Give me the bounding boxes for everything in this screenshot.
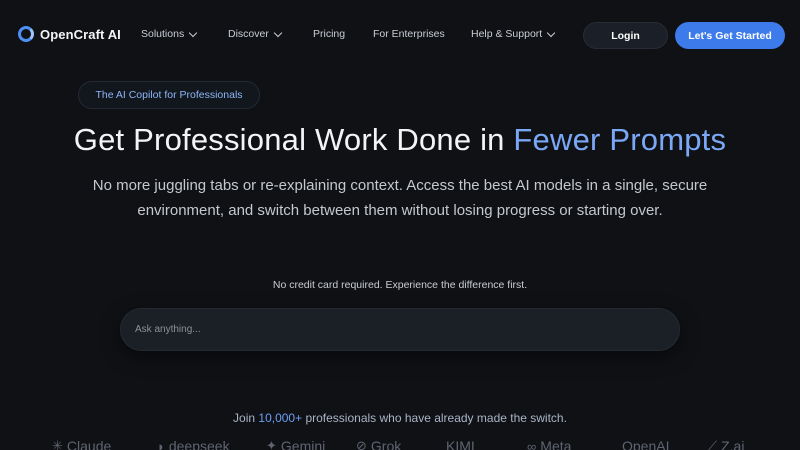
join-suffix: professionals who have already made the …	[302, 411, 567, 425]
hero-title-main: Get Professional Work Done in	[73, 122, 514, 157]
brand-name-meta: Meta	[540, 438, 572, 450]
social-proof-text: Join 10,000+ professionals who have alre…	[0, 411, 800, 425]
chevron-down-icon	[273, 28, 283, 37]
brand-logo-grok: ⊘ Grok	[356, 438, 401, 450]
nav-help-support[interactable]: Help & Support	[471, 28, 556, 40]
zai-icon: ⟋	[708, 438, 718, 450]
hero-title: Get Professional Work Done in Fewer Prom…	[0, 122, 800, 158]
brand-name-gemini: Gemini	[280, 438, 326, 450]
join-count: 10,000+	[258, 411, 303, 425]
hero-badge: The AI Copilot for Professionals	[78, 81, 260, 109]
hero-subtitle: No more juggling tabs or re-explaining c…	[92, 177, 708, 219]
top-nav: OpenCraft AI Solutions Discover Pricing …	[0, 0, 800, 70]
brand-logo-deepseek: ◗ deepseek	[157, 438, 230, 450]
claude-star-icon: ✳	[52, 438, 63, 450]
chevron-down-icon	[188, 28, 198, 37]
opencraft-logo-icon	[18, 26, 34, 42]
brand-name-claude: Claude	[66, 438, 112, 450]
nav-discover[interactable]: Discover	[228, 28, 283, 40]
brand-name-kimi: KIMI	[446, 438, 475, 450]
get-started-button[interactable]: Let's Get Started	[675, 22, 785, 49]
nav-solutions-label: Solutions	[141, 28, 185, 40]
nav-pricing[interactable]: Pricing	[313, 28, 345, 40]
brand-logo-gemini: ✦ Gemini	[266, 438, 325, 450]
brand-logo-kimi: KIMI	[446, 438, 475, 450]
login-button[interactable]: Login	[583, 22, 668, 49]
brand-logo-zai: ⟋ Z.ai	[708, 438, 744, 450]
model-logos-row: ✳ Claude ◗ deepseek ✦ Gemini ⊘ Grok KIMI…	[0, 438, 800, 450]
nav-enterprises-label: For Enterprises	[373, 28, 445, 40]
ask-anything-input[interactable]	[135, 324, 679, 335]
nav-discover-label: Discover	[228, 28, 269, 40]
brand-logo[interactable]: OpenCraft AI	[18, 26, 121, 42]
nav-enterprises[interactable]: For Enterprises	[373, 28, 445, 40]
no-credit-card-note: No credit card required. Experience the …	[272, 279, 528, 291]
deepseek-whale-icon: ◗	[157, 438, 165, 450]
join-prefix: Join	[233, 411, 259, 425]
nav-pricing-label: Pricing	[313, 28, 346, 40]
brand-logo-meta: ∞ Meta	[527, 438, 571, 450]
grok-icon: ⊘	[356, 438, 367, 450]
nav-help-support-label: Help & Support	[471, 28, 543, 40]
brand-name-grok: Grok	[370, 438, 402, 450]
brand-name: OpenCraft AI	[40, 26, 121, 42]
chevron-down-icon	[546, 28, 556, 37]
hero-title-accent: Fewer Prompts	[513, 122, 727, 157]
brand-logo-openai: OpenAI	[622, 438, 669, 450]
prompt-box[interactable]	[120, 308, 680, 351]
brand-name-openai: OpenAI	[622, 438, 670, 450]
gemini-spark-icon: ✦	[266, 438, 277, 450]
brand-name-zai: Z.ai	[721, 438, 745, 450]
brand-logo-claude: ✳ Claude	[52, 438, 111, 450]
brand-name-deepseek: deepseek	[168, 438, 230, 450]
nav-solutions[interactable]: Solutions	[141, 28, 198, 40]
meta-infinity-icon: ∞	[527, 438, 537, 450]
